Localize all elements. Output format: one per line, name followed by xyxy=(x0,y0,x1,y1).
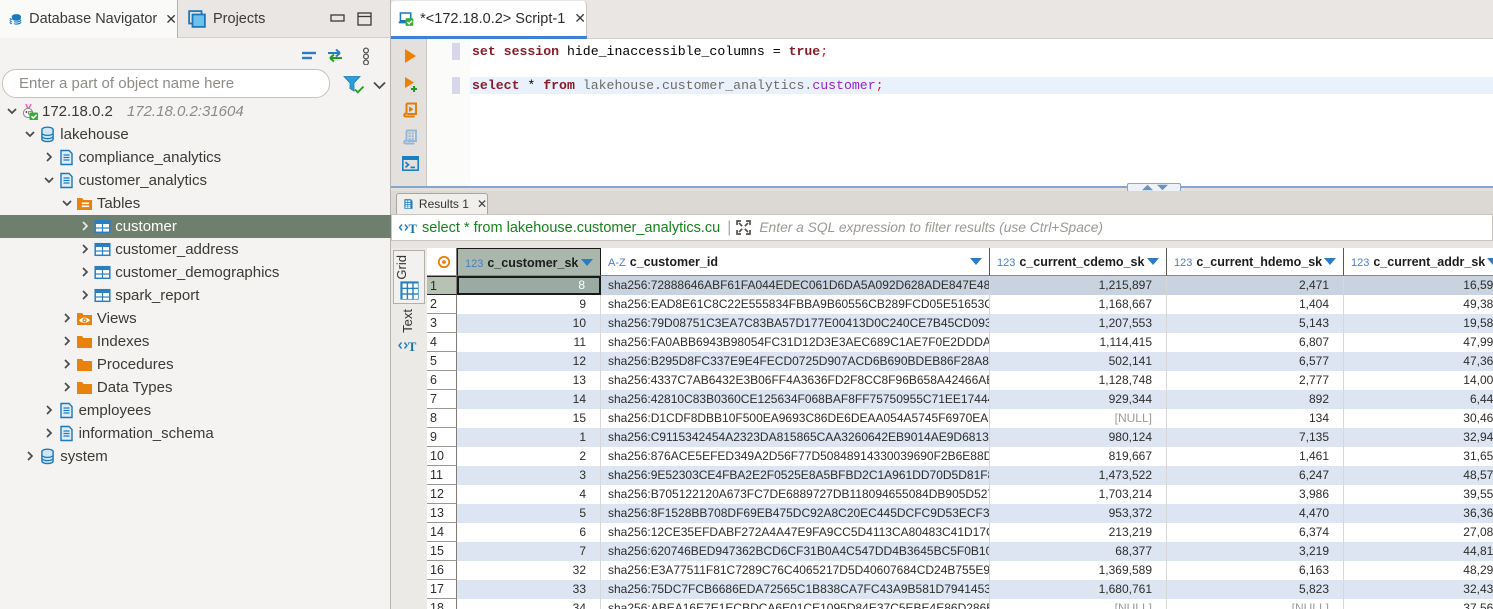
svg-text:T: T xyxy=(409,222,418,236)
svg-text:T: T xyxy=(408,340,417,354)
